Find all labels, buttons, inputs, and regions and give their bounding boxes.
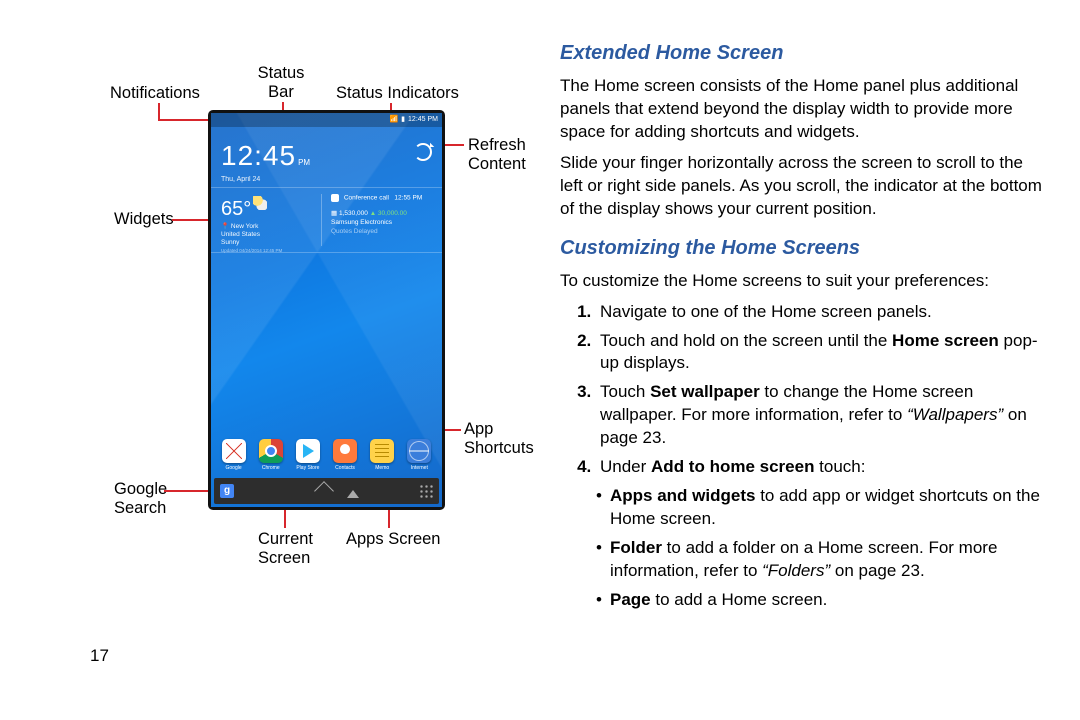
para-ext-2: Slide your finger horizontally across th… xyxy=(560,152,1050,221)
app-shortcut-play-store[interactable]: Play Store xyxy=(295,439,321,472)
stock-note: Quotes Delayed xyxy=(331,228,407,237)
refresh-icon[interactable] xyxy=(414,143,432,161)
bullet-page: Page to add a Home screen. xyxy=(596,589,1050,612)
stock-price: 1,530,000 xyxy=(339,210,368,217)
weather-cond: Sunny xyxy=(221,239,282,247)
page-number: 17 xyxy=(90,645,109,668)
label-apps-screen: Apps Screen xyxy=(346,530,440,549)
clock-time: 12:45 xyxy=(221,140,296,171)
app-shortcut-row: Google Chrome Play Store Contacts Memo Intern… xyxy=(211,435,442,474)
stock-widget[interactable]: ▦ 1,530,000 ▲ 30,000.00 Samsung Electron… xyxy=(331,210,407,236)
weather-city: New York xyxy=(231,223,258,230)
step-4: Under Add to home screen touch: xyxy=(596,456,1050,479)
weather-icon xyxy=(253,196,267,210)
bullet-folder: Folder to add a folder on a Home screen.… xyxy=(596,537,1050,583)
widgets-row: 65° 📍 New York United States Sunny Updat… xyxy=(211,187,442,253)
battery-icon: ▮ xyxy=(401,115,405,124)
bullet-apps-widgets: Apps and widgets to add app or widget sh… xyxy=(596,485,1050,531)
para-custom-intro: To customize the Home screens to suit yo… xyxy=(560,270,1050,293)
internet-icon xyxy=(407,439,431,463)
stock-symbol: Samsung Electronics xyxy=(331,219,407,228)
bottom-bar: g xyxy=(214,478,439,504)
memo-icon xyxy=(370,439,394,463)
app-shortcut-internet[interactable]: Internet xyxy=(406,439,432,472)
heading-customize: Customizing the Home Screens xyxy=(560,235,1050,262)
app-shortcut-contacts[interactable]: Contacts xyxy=(332,439,358,472)
gmail-icon xyxy=(222,439,246,463)
label-status-indicators: Status Indicators xyxy=(336,84,459,103)
heading-extended: Extended Home Screen xyxy=(560,40,1050,67)
chrome-icon xyxy=(259,439,283,463)
google-search-button[interactable]: g xyxy=(220,484,234,498)
wifi-icon: 📶 xyxy=(389,115,398,124)
label-status-bar: Status Bar xyxy=(251,64,311,102)
app-shortcut-google[interactable]: Google xyxy=(221,439,247,472)
calendar-icon xyxy=(331,194,339,202)
contacts-icon xyxy=(333,439,357,463)
current-screen-indicator xyxy=(347,484,359,498)
calendar-time: 12:55 PM xyxy=(394,195,422,202)
apps-screen-button[interactable] xyxy=(419,484,433,498)
label-google-search: Google Search xyxy=(114,480,167,518)
weather-widget[interactable]: 65° 📍 New York United States Sunny Updat… xyxy=(221,196,282,254)
label-app-shortcuts: App Shortcuts xyxy=(464,420,534,458)
label-notifications: Notifications xyxy=(110,84,200,103)
status-time: 12:45 PM xyxy=(408,115,438,124)
instruction-column: Extended Home Screen The Home screen con… xyxy=(550,40,1050,690)
weather-temp: 65° xyxy=(221,198,251,220)
calendar-widget[interactable]: Conference call 12:55 PM xyxy=(331,194,422,203)
play-icon xyxy=(296,439,320,463)
weather-region: United States xyxy=(221,231,282,239)
status-bar: 📶 ▮ 12:45 PM xyxy=(211,113,442,127)
step-1: Navigate to one of the Home screen panel… xyxy=(596,301,1050,324)
clock-date: Thu, April 24 xyxy=(221,175,310,184)
label-refresh: Refresh Content xyxy=(468,136,526,174)
app-shortcut-memo[interactable]: Memo xyxy=(369,439,395,472)
app-shortcut-chrome[interactable]: Chrome xyxy=(258,439,284,472)
stock-change: ▲ 30,000.00 xyxy=(370,210,407,217)
para-ext-1: The Home screen consists of the Home pan… xyxy=(560,75,1050,144)
clock-ampm: PM xyxy=(298,158,310,167)
step-2: Touch and hold on the screen until the H… xyxy=(596,330,1050,376)
step-3: Touch Set wallpaper to change the Home s… xyxy=(596,381,1050,450)
calendar-title: Conference call xyxy=(344,195,389,202)
label-current-screen: Current Screen xyxy=(258,530,313,568)
weather-updated: Updated 04/24/2014 12:45 PM xyxy=(221,248,282,253)
clock-widget: 12:45PM Thu, April 24 xyxy=(221,137,310,184)
tablet-device: 📶 ▮ 12:45 PM 12:45PM Thu, April 24 65° xyxy=(208,110,445,510)
home-screen: 📶 ▮ 12:45 PM 12:45PM Thu, April 24 65° xyxy=(211,113,442,507)
label-widgets: Widgets xyxy=(114,210,174,229)
home-icon[interactable] xyxy=(314,481,334,501)
